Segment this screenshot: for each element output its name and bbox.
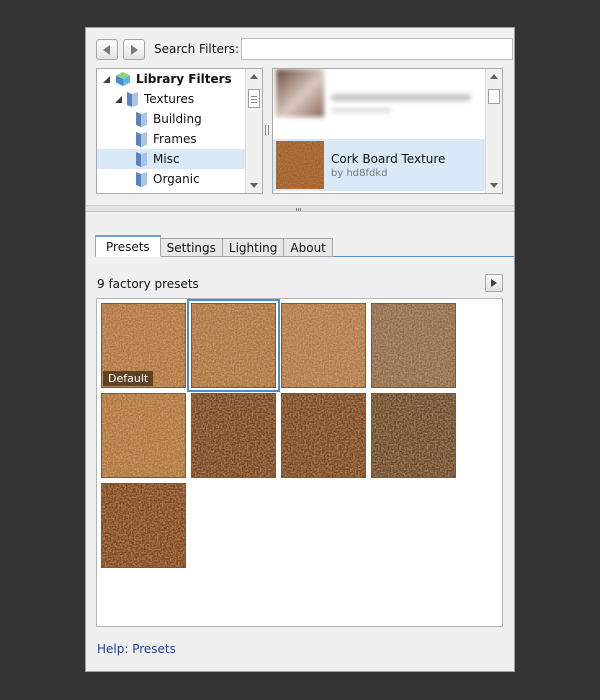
- help-presets-link[interactable]: Help: Presets: [97, 642, 176, 656]
- pane-splitter-grip-icon[interactable]: [265, 123, 269, 137]
- filter-list: Cork Board Texture by hd8fdkd: [272, 68, 503, 194]
- tree-item-label: Frames: [153, 132, 197, 146]
- tree-item-label: Textures: [144, 92, 195, 106]
- presets-count: 9 factory presets: [97, 277, 199, 291]
- scroll-up-icon[interactable]: [250, 74, 258, 79]
- preset-swatch[interactable]: [187, 299, 280, 392]
- tree-item-label: Library Filters: [136, 72, 232, 86]
- cork-texture: [192, 304, 275, 387]
- scroll-thumb[interactable]: [488, 89, 500, 104]
- tree-item-misc[interactable]: Misc: [97, 149, 245, 169]
- search-input[interactable]: [241, 38, 513, 60]
- tree-item-building[interactable]: Building: [97, 109, 245, 129]
- cork-texture: [192, 394, 275, 477]
- tab-about[interactable]: About: [283, 238, 333, 257]
- search-row: Search Filters:: [96, 38, 513, 60]
- scroll-down-icon[interactable]: [250, 183, 258, 188]
- folder-icon: [136, 171, 147, 187]
- list-item[interactable]: [273, 69, 485, 119]
- default-preset-label: Default: [103, 371, 154, 386]
- folder-icon: [127, 91, 138, 107]
- tab-lighting[interactable]: Lighting: [221, 238, 285, 257]
- cork-texture: [282, 304, 365, 387]
- list-item-title-blurred: [331, 94, 471, 101]
- preset-swatch[interactable]: [371, 303, 456, 388]
- presets-menu-button[interactable]: [485, 274, 503, 292]
- list-item[interactable]: Cork Board Texture by hd8fdkd: [273, 139, 485, 191]
- collapse-arrow-icon[interactable]: [101, 74, 111, 84]
- scroll-up-icon[interactable]: [490, 74, 498, 79]
- tab-bar: Presets Settings Lighting About: [95, 235, 333, 257]
- preset-swatch[interactable]: [371, 393, 456, 478]
- folder-icon: [136, 131, 147, 147]
- tree-item-textures[interactable]: Textures: [97, 89, 245, 109]
- cork-texture: [102, 484, 185, 567]
- filter-panel: Search Filters: Library Filters Textures: [85, 27, 515, 672]
- scroll-thumb[interactable]: [248, 89, 260, 108]
- folder-icon: [136, 111, 147, 127]
- back-button[interactable]: [96, 39, 118, 60]
- horizontal-splitter[interactable]: [86, 205, 514, 212]
- library-tree: Library Filters Textures Building Frames: [96, 68, 263, 194]
- tree-item-frames[interactable]: Frames: [97, 129, 245, 149]
- library-cube-icon: [116, 72, 130, 86]
- tab-settings[interactable]: Settings: [159, 238, 223, 257]
- forward-arrow-icon: [131, 44, 138, 55]
- search-label: Search Filters:: [154, 42, 240, 56]
- tree-item-label: Misc: [153, 152, 180, 166]
- collapse-arrow-icon[interactable]: [113, 94, 123, 104]
- cork-texture: [102, 394, 185, 477]
- list-item-title: Cork Board Texture: [331, 152, 446, 166]
- preset-swatch[interactable]: Default: [101, 303, 186, 388]
- tree-item-label: Organic: [153, 172, 200, 186]
- preset-grid: Default: [96, 298, 503, 627]
- scroll-down-icon[interactable]: [490, 183, 498, 188]
- tree-item-organic[interactable]: Organic: [97, 169, 245, 189]
- cork-texture: [282, 394, 365, 477]
- cork-texture: [372, 304, 455, 387]
- tree-scrollbar[interactable]: [245, 69, 262, 193]
- cork-thumbnail: [276, 141, 324, 189]
- list-item-thumbnail: [276, 69, 324, 117]
- back-arrow-icon: [103, 44, 110, 55]
- list-item-subtitle: by hd8fdkd: [331, 168, 388, 179]
- preset-swatch[interactable]: [281, 393, 366, 478]
- list-item-subtitle-blurred: [331, 108, 391, 113]
- preset-swatch[interactable]: [281, 303, 366, 388]
- preset-swatch[interactable]: [191, 393, 276, 478]
- preset-swatch[interactable]: [101, 393, 186, 478]
- list-item-thumbnail: [276, 141, 324, 189]
- preset-swatch[interactable]: [101, 483, 186, 568]
- tree-item-library-filters[interactable]: Library Filters: [97, 69, 245, 89]
- tree-item-label: Building: [153, 112, 202, 126]
- folder-icon: [136, 151, 147, 167]
- forward-button[interactable]: [123, 39, 145, 60]
- cork-texture: [372, 394, 455, 477]
- play-arrow-icon: [491, 279, 497, 287]
- splitter-grip-icon: [296, 208, 301, 211]
- list-scrollbar[interactable]: [485, 69, 502, 193]
- tab-presets[interactable]: Presets: [95, 235, 161, 257]
